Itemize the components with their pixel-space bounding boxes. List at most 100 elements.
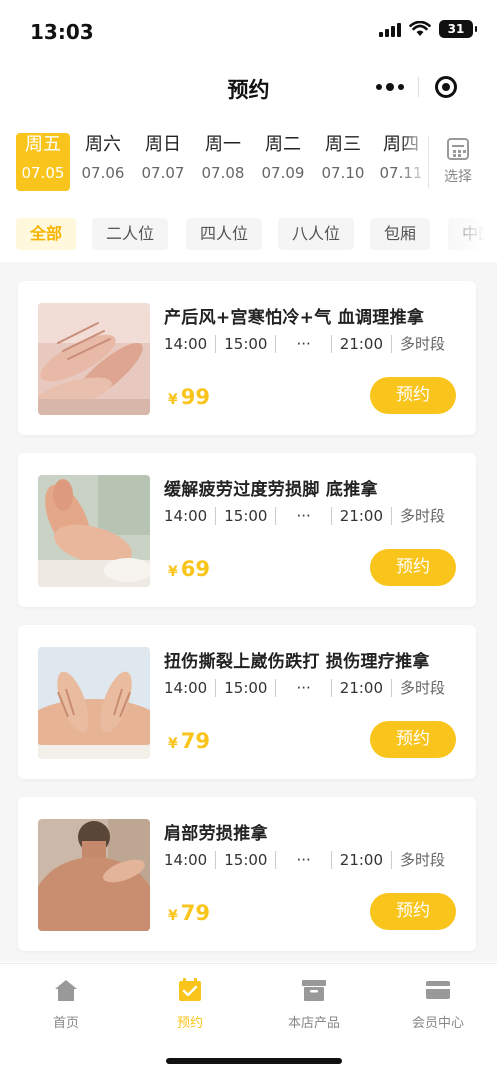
price-value: 69 <box>180 557 210 581</box>
time-slot-multi: 多时段 <box>391 507 453 525</box>
date-item[interactable]: 周五 07.05 <box>16 133 70 191</box>
time-slot-multi: 多时段 <box>391 851 453 869</box>
service-price: ¥99 <box>168 385 210 409</box>
currency-symbol: ¥ <box>168 736 178 752</box>
mini-program-capsule <box>363 68 473 106</box>
status-icons: 31 <box>379 20 477 38</box>
card-icon <box>426 981 450 999</box>
date-weekday: 周六 <box>85 134 121 155</box>
date-item[interactable]: 周日 07.07 <box>136 133 190 191</box>
date-day: 07.09 <box>261 164 305 182</box>
service-title: 肩部劳损推拿 <box>164 824 268 844</box>
time-slots: 14:00 15:00 ··· 21:00 多时段 <box>164 335 453 353</box>
date-item[interactable]: 周二 07.09 <box>256 133 310 191</box>
service-card[interactable]: 肩部劳损推拿 14:00 15:00 ··· 21:00 多时段 ¥79 预约 <box>18 797 476 951</box>
date-weekday: 周五 <box>25 134 61 155</box>
service-card[interactable]: 产后风+宫寒怕冷+气 血调理推拿 14:00 15:00 ··· 21:00 多… <box>18 281 476 435</box>
filter-chip[interactable]: 八人位 <box>278 218 355 250</box>
service-title: 产后风+宫寒怕冷+气 血调理推拿 <box>164 308 425 328</box>
date-day: 07.10 <box>321 164 365 182</box>
time-slot[interactable]: 14:00 <box>164 851 215 869</box>
filter-chip-all[interactable]: 全部 <box>16 218 77 250</box>
time-slots: 14:00 15:00 ··· 21:00 多时段 <box>164 679 453 697</box>
time-slot[interactable]: 14:00 <box>164 507 215 525</box>
currency-symbol: ¥ <box>168 392 178 408</box>
service-list: 产后风+宫寒怕冷+气 血调理推拿 14:00 15:00 ··· 21:00 多… <box>0 262 497 962</box>
calendar-icon <box>447 138 469 160</box>
more-icon[interactable] <box>363 83 418 91</box>
tab-bar: 首页 预约 本店产品 会员中心 <box>0 963 497 1076</box>
date-weekday: 周三 <box>325 134 361 155</box>
date-item[interactable]: 周三 07.10 <box>316 133 370 191</box>
currency-symbol: ¥ <box>168 908 178 924</box>
time-slot[interactable]: 21:00 <box>330 679 391 697</box>
time-slot[interactable]: 21:00 <box>330 507 391 525</box>
signal-icon <box>379 21 401 37</box>
date-weekday: 周日 <box>145 134 181 155</box>
time-slot-more: ··· <box>275 679 330 697</box>
book-button[interactable]: 预约 <box>370 549 456 586</box>
date-item[interactable]: 周一 07.08 <box>196 133 250 191</box>
service-price: ¥79 <box>168 901 210 925</box>
tab-booking[interactable]: 预约 <box>145 978 235 1031</box>
box-icon <box>302 980 326 1001</box>
date-item[interactable]: 周六 07.06 <box>76 133 130 191</box>
tab-member-center[interactable]: 会员中心 <box>393 978 483 1031</box>
time-slot[interactable]: 15:00 <box>215 851 275 869</box>
home-icon <box>55 980 77 1001</box>
time-slot[interactable]: 21:00 <box>330 851 391 869</box>
service-image <box>38 303 150 415</box>
tab-home[interactable]: 首页 <box>21 978 111 1031</box>
status-time: 13:03 <box>30 20 94 44</box>
tab-products[interactable]: 本店产品 <box>269 978 359 1031</box>
tab-label: 预约 <box>176 1016 203 1031</box>
price-value: 79 <box>180 901 210 925</box>
service-price: ¥69 <box>168 557 210 581</box>
tab-label: 首页 <box>52 1016 79 1031</box>
filter-chip[interactable]: 四人位 <box>186 218 263 250</box>
date-strip: 周五 07.05 周六 07.06 周日 07.07 周一 07.08 周二 0… <box>0 128 497 196</box>
date-day: 07.08 <box>201 164 245 182</box>
time-slot-multi: 多时段 <box>391 335 453 353</box>
service-card[interactable]: 缓解疲劳过度劳损脚 底推拿 14:00 15:00 ··· 21:00 多时段 … <box>18 453 476 607</box>
book-button[interactable]: 预约 <box>370 377 456 414</box>
close-icon[interactable] <box>418 76 473 98</box>
time-slot[interactable]: 14:00 <box>164 679 215 697</box>
time-slot[interactable]: 15:00 <box>215 679 275 697</box>
time-slots: 14:00 15:00 ··· 21:00 多时段 <box>164 851 453 869</box>
currency-symbol: ¥ <box>168 564 178 580</box>
service-title: 扭伤撕裂上崴伤跌打 损伤理疗推拿 <box>164 652 430 672</box>
wifi-icon <box>409 21 431 36</box>
time-slot[interactable]: 15:00 <box>215 335 275 353</box>
battery-level: 31 <box>447 22 465 36</box>
service-price: ¥79 <box>168 729 210 753</box>
service-image <box>38 819 150 931</box>
book-button[interactable]: 预约 <box>370 721 456 758</box>
time-slots: 14:00 15:00 ··· 21:00 多时段 <box>164 507 453 525</box>
time-slot[interactable]: 15:00 <box>215 507 275 525</box>
filter-chip[interactable]: 二人位 <box>92 218 169 250</box>
home-indicator <box>166 1058 342 1064</box>
date-picker-label: 选择 <box>444 169 472 185</box>
date-divider <box>428 136 429 188</box>
service-card[interactable]: 扭伤撕裂上崴伤跌打 损伤理疗推拿 14:00 15:00 ··· 21:00 多… <box>18 625 476 779</box>
date-picker-button[interactable]: 选择 <box>436 134 480 186</box>
price-value: 79 <box>180 729 210 753</box>
filter-chip[interactable]: 包厢 <box>370 218 431 250</box>
tab-label: 会员中心 <box>411 1016 464 1031</box>
service-image <box>38 647 150 759</box>
time-slot[interactable]: 21:00 <box>330 335 391 353</box>
book-button[interactable]: 预约 <box>370 893 456 930</box>
nav-bar: 预约 <box>0 60 497 118</box>
date-day: 07.07 <box>141 164 185 182</box>
tab-label: 本店产品 <box>287 1016 340 1031</box>
service-image <box>38 475 150 587</box>
battery-icon: 31 <box>439 20 477 38</box>
time-slot-more: ··· <box>275 851 330 869</box>
time-slot[interactable]: 14:00 <box>164 335 215 353</box>
price-value: 99 <box>180 385 210 409</box>
date-weekday: 周二 <box>265 134 301 155</box>
time-slot-more: ··· <box>275 507 330 525</box>
time-slot-more: ··· <box>275 335 330 353</box>
time-slot-multi: 多时段 <box>391 679 453 697</box>
